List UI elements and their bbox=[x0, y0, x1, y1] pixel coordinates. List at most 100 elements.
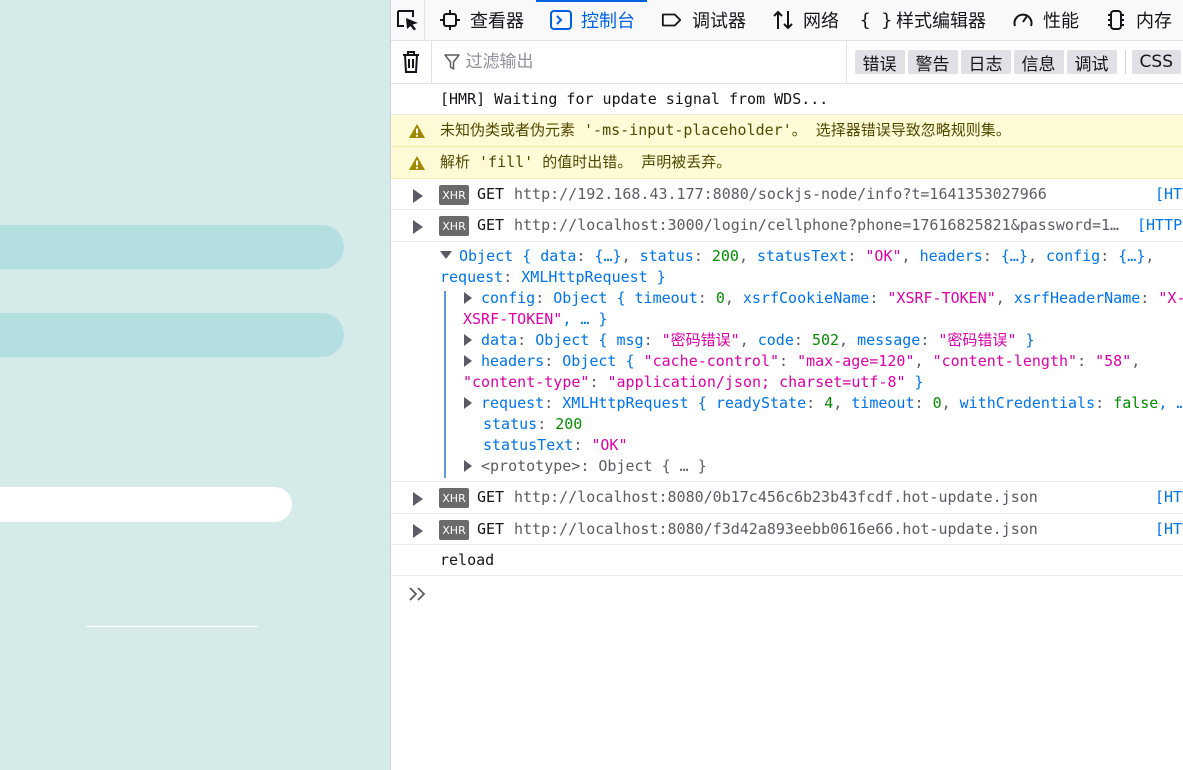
element-picker-icon bbox=[396, 10, 418, 31]
css-filter-button[interactable]: CSS bbox=[1131, 50, 1181, 74]
prop-request[interactable]: request: XMLHttpRequest { readyState: 4,… bbox=[464, 393, 1183, 414]
warning-icon bbox=[409, 124, 425, 138]
request-url[interactable]: http://localhost:3000/login/cellphone?ph… bbox=[514, 215, 1119, 236]
trash-icon bbox=[402, 51, 419, 73]
prop-config-cont: XSRF-TOKEN", … } bbox=[463, 310, 608, 328]
collapse-arrow-icon[interactable] bbox=[440, 251, 452, 259]
log-message: [HMR] Waiting for update signal from WDS… bbox=[391, 84, 1183, 115]
request-url[interactable]: http://192.168.43.177:8080/sockjs-node/i… bbox=[514, 184, 1047, 205]
expand-arrow-icon[interactable] bbox=[413, 492, 423, 506]
tab-label: 调试器 bbox=[692, 11, 746, 32]
level-logs-button[interactable]: 日志 bbox=[960, 50, 1011, 75]
expand-arrow-icon[interactable] bbox=[464, 292, 472, 304]
performance-icon bbox=[1012, 9, 1034, 31]
request-method: GET bbox=[477, 520, 505, 538]
filter-box bbox=[432, 40, 847, 84]
level-errors-button[interactable]: 错误 bbox=[854, 50, 905, 75]
web-page-area bbox=[0, 0, 390, 770]
clear-console-button[interactable] bbox=[391, 40, 432, 84]
network-request-row[interactable]: XHR GET http://localhost:8080/f3d42a893e… bbox=[391, 514, 1183, 545]
warning-message: 未知伪类或者伪元素 '-ms-input-placeholder'。 选择器错误… bbox=[391, 115, 1183, 147]
console-icon bbox=[550, 9, 572, 31]
devtools-toolbar: 查看器 控制台 调试器 网络 { } 样式编辑器 性能 内存 bbox=[391, 0, 1183, 41]
object-summary[interactable]: Object { data: {…}, status: 200, statusT… bbox=[440, 246, 1154, 267]
element-picker-button[interactable] bbox=[391, 0, 425, 41]
prop-config[interactable]: config: Object { timeout: 0, xsrfCookieN… bbox=[464, 288, 1183, 309]
expand-arrow-icon[interactable] bbox=[413, 524, 423, 538]
prompt-chevron-icon bbox=[409, 587, 426, 601]
request-url[interactable]: http://localhost:8080/0b17c456c6b23b43fc… bbox=[514, 487, 1038, 508]
console-output: [HMR] Waiting for update signal from WDS… bbox=[391, 84, 1183, 576]
console-input[interactable] bbox=[391, 576, 1183, 616]
devtools-panel: 查看器 控制台 调试器 网络 { } 样式编辑器 性能 内存 过滤输出 错误 警… bbox=[390, 0, 1183, 770]
level-debug-button[interactable]: 调试 bbox=[1066, 50, 1117, 75]
warning-message: 解析 'fill' 的值时出错。 声明被丢弃。 bbox=[391, 147, 1183, 179]
warning-icon bbox=[409, 156, 425, 170]
level-warnings-button[interactable]: 警告 bbox=[907, 50, 958, 75]
request-status[interactable]: [HTTP bbox=[1155, 184, 1183, 205]
page-input-field[interactable] bbox=[0, 487, 292, 522]
filter-input[interactable] bbox=[465, 52, 846, 72]
tab-performance[interactable]: 性能 bbox=[998, 0, 1091, 41]
prop-prototype[interactable]: <prototype>: Object { … } bbox=[464, 456, 707, 477]
tab-inspector[interactable]: 查看器 bbox=[425, 0, 536, 41]
tab-network[interactable]: 网络 bbox=[758, 0, 851, 41]
warning-text: 未知伪类或者伪元素 '-ms-input-placeholder'。 选择器错误… bbox=[440, 121, 1011, 139]
tab-label: 内存 bbox=[1136, 11, 1172, 32]
tab-label: 样式编辑器 bbox=[896, 11, 986, 32]
console-filter-bar: 错误 警告 日志 信息 调试 CSS bbox=[391, 40, 1183, 84]
request-method: GET bbox=[477, 488, 505, 506]
request-method: GET bbox=[477, 216, 505, 234]
tab-style-editor[interactable]: { } 样式编辑器 bbox=[851, 0, 998, 41]
network-request-row[interactable]: XHR GET http://localhost:8080/0b17c456c6… bbox=[391, 482, 1183, 514]
tab-console[interactable]: 控制台 bbox=[536, 0, 647, 41]
level-info-button[interactable]: 信息 bbox=[1013, 50, 1064, 75]
expand-arrow-icon[interactable] bbox=[413, 220, 423, 234]
request-status[interactable]: [HTT bbox=[1155, 519, 1183, 540]
filter-icon bbox=[443, 54, 460, 70]
tab-label: 性能 bbox=[1043, 11, 1079, 32]
level-separator bbox=[1124, 50, 1126, 74]
style-editor-icon: { } bbox=[859, 9, 893, 31]
xhr-badge: XHR bbox=[439, 520, 469, 540]
log-message: reload bbox=[391, 545, 1183, 576]
warning-text: 解析 'fill' 的值时出错。 声明被丢弃。 bbox=[440, 153, 732, 171]
log-text: [HMR] Waiting for update signal from WDS… bbox=[440, 90, 829, 108]
prop-status: status: 200 bbox=[483, 415, 583, 433]
prop-data[interactable]: data: Object { msg: "密码错误", code: 502, m… bbox=[464, 330, 1035, 351]
request-status[interactable]: [HTT bbox=[1155, 487, 1183, 508]
request-method: GET bbox=[477, 185, 505, 203]
tree-guide-line bbox=[444, 291, 446, 478]
network-request-row[interactable]: XHR GET http://192.168.43.177:8080/sockj… bbox=[391, 179, 1183, 210]
tab-label: 查看器 bbox=[470, 11, 524, 32]
page-pill-bar-1[interactable] bbox=[0, 225, 344, 269]
prop-headers[interactable]: headers: Object { "cache-control": "max-… bbox=[464, 351, 1140, 372]
log-text: reload bbox=[440, 551, 495, 569]
tab-memory[interactable]: 内存 bbox=[1091, 0, 1183, 41]
network-icon bbox=[772, 9, 794, 31]
network-request-row[interactable]: XHR GET http://localhost:3000/login/cell… bbox=[391, 210, 1183, 242]
request-status[interactable]: [HTTP/ bbox=[1137, 215, 1183, 236]
tab-label: 网络 bbox=[803, 11, 839, 32]
request-url[interactable]: http://localhost:8080/f3d42a893eebb0616e… bbox=[514, 519, 1038, 540]
debugger-icon bbox=[661, 9, 683, 31]
xhr-badge: XHR bbox=[439, 216, 469, 236]
expand-arrow-icon[interactable] bbox=[464, 460, 472, 472]
prop-status-text: statusText: "OK" bbox=[483, 436, 628, 454]
object-summary-cont: request: XMLHttpRequest } bbox=[440, 268, 666, 286]
xhr-badge: XHR bbox=[439, 185, 469, 205]
prop-headers-cont: "content-type": "application/json; chars… bbox=[463, 373, 924, 391]
page-divider-line bbox=[86, 626, 258, 627]
expand-arrow-icon[interactable] bbox=[464, 334, 472, 346]
expand-arrow-icon[interactable] bbox=[413, 189, 423, 203]
tab-label: 控制台 bbox=[581, 11, 635, 32]
memory-icon bbox=[1105, 9, 1127, 31]
tab-debugger[interactable]: 调试器 bbox=[647, 0, 758, 41]
inspector-icon bbox=[439, 9, 461, 31]
expand-arrow-icon[interactable] bbox=[464, 355, 472, 367]
expand-arrow-icon[interactable] bbox=[464, 397, 472, 409]
log-level-buttons: 错误 警告 日志 信息 调试 CSS bbox=[854, 50, 1183, 75]
object-log-entry: Object { data: {…}, status: 200, statusT… bbox=[391, 242, 1183, 482]
xhr-badge: XHR bbox=[439, 488, 469, 508]
page-pill-bar-2[interactable] bbox=[0, 313, 344, 357]
